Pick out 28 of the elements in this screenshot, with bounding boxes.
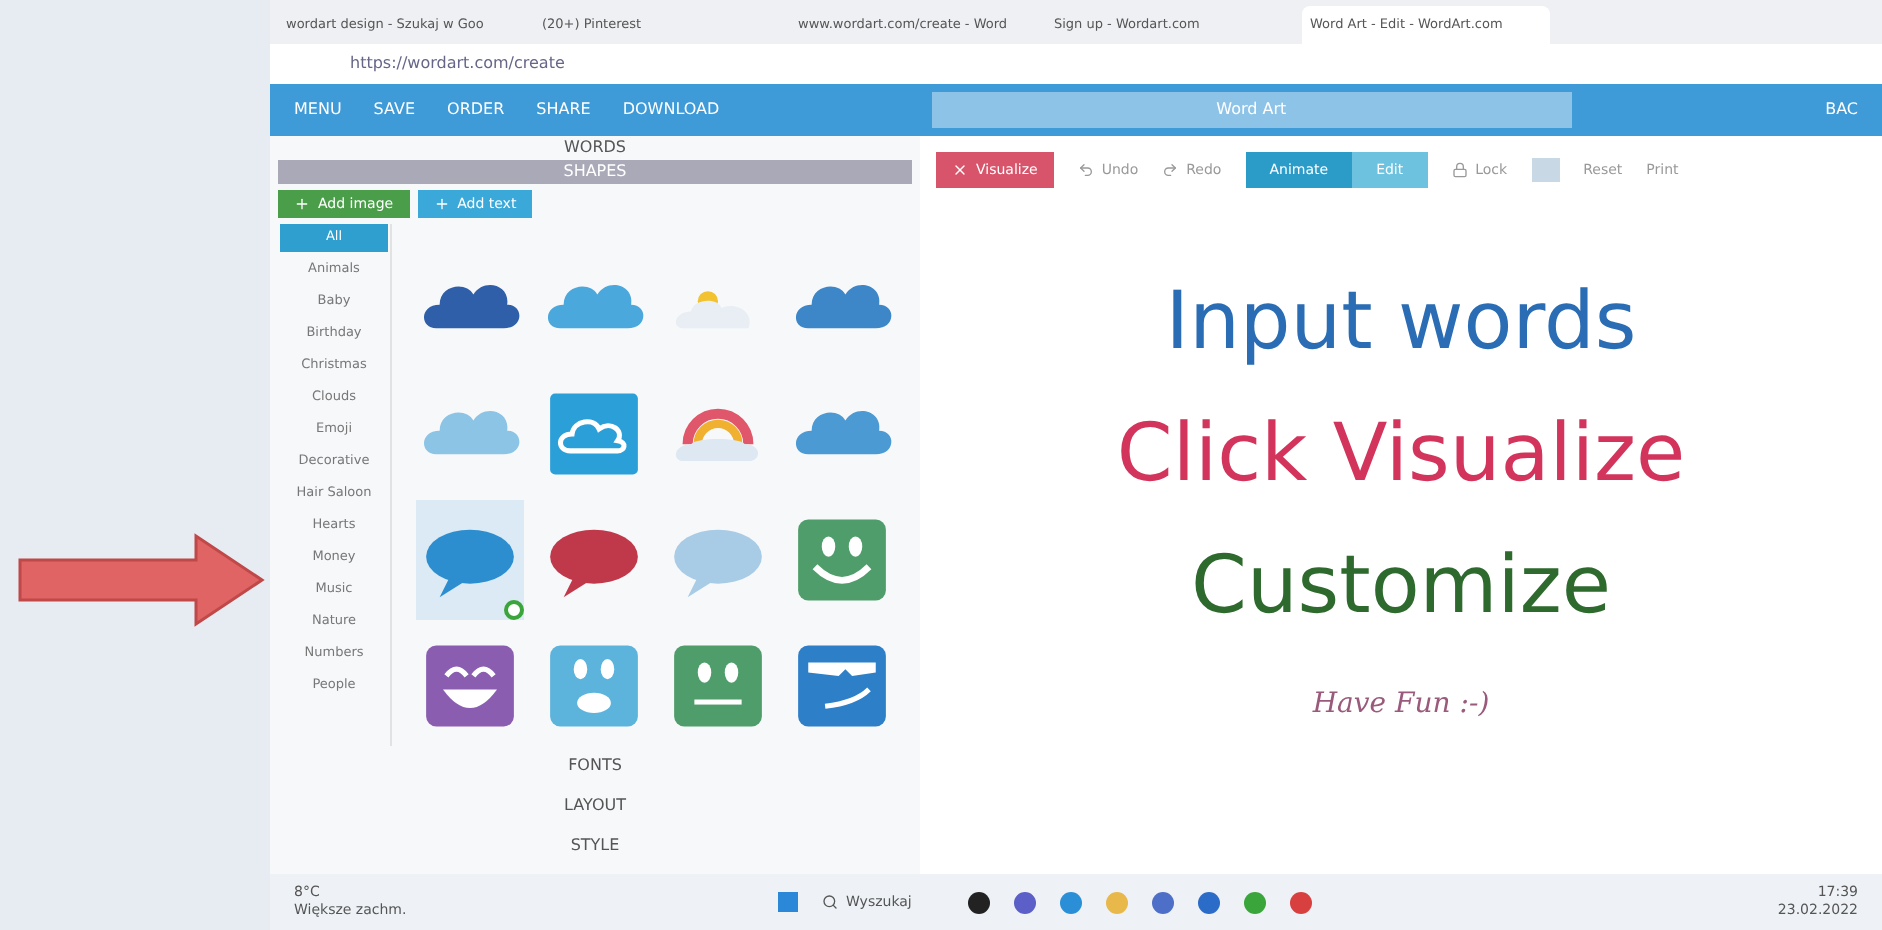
shape-tile[interactable] xyxy=(416,500,524,620)
undo-icon xyxy=(1077,162,1094,178)
taskbar-app-icon[interactable] xyxy=(967,891,990,913)
plus-icon xyxy=(294,196,310,212)
panel-section[interactable]: FONTS xyxy=(278,746,912,786)
canvas-word-line: Customize xyxy=(1191,538,1611,636)
app-title: Word Art xyxy=(931,92,1572,128)
back-button[interactable]: BAC xyxy=(1825,98,1858,122)
panel-section[interactable]: LAYOUT xyxy=(278,786,912,826)
lock-icon xyxy=(1451,162,1468,178)
panel-section[interactable]: STYLE xyxy=(278,826,912,866)
start-icon[interactable] xyxy=(778,892,798,912)
toolbar-menu-item[interactable]: ORDER xyxy=(447,98,505,122)
close-icon xyxy=(952,162,968,178)
canvas-footer-text: Have Fun :-) xyxy=(1312,686,1490,724)
plus-icon xyxy=(433,196,450,212)
canvas-word-line: Input words xyxy=(1165,274,1637,372)
shapes-section[interactable]: SHAPES xyxy=(278,160,912,184)
selected-check-icon xyxy=(504,600,524,620)
canvas-word-line: Click Visualize xyxy=(1116,406,1686,504)
toolbar-menu-item[interactable]: SHARE xyxy=(536,98,591,122)
toolbar-menu-item[interactable]: DOWNLOAD xyxy=(622,98,720,122)
toolbar-menu-item[interactable]: MENU xyxy=(294,98,342,122)
address-field[interactable]: https://wordart.com/create xyxy=(350,52,565,76)
words-section[interactable]: WORDS xyxy=(278,136,912,160)
toolbar-menu-item[interactable]: SAVE xyxy=(373,98,416,122)
search-icon xyxy=(822,894,838,910)
redo-icon xyxy=(1162,162,1179,178)
